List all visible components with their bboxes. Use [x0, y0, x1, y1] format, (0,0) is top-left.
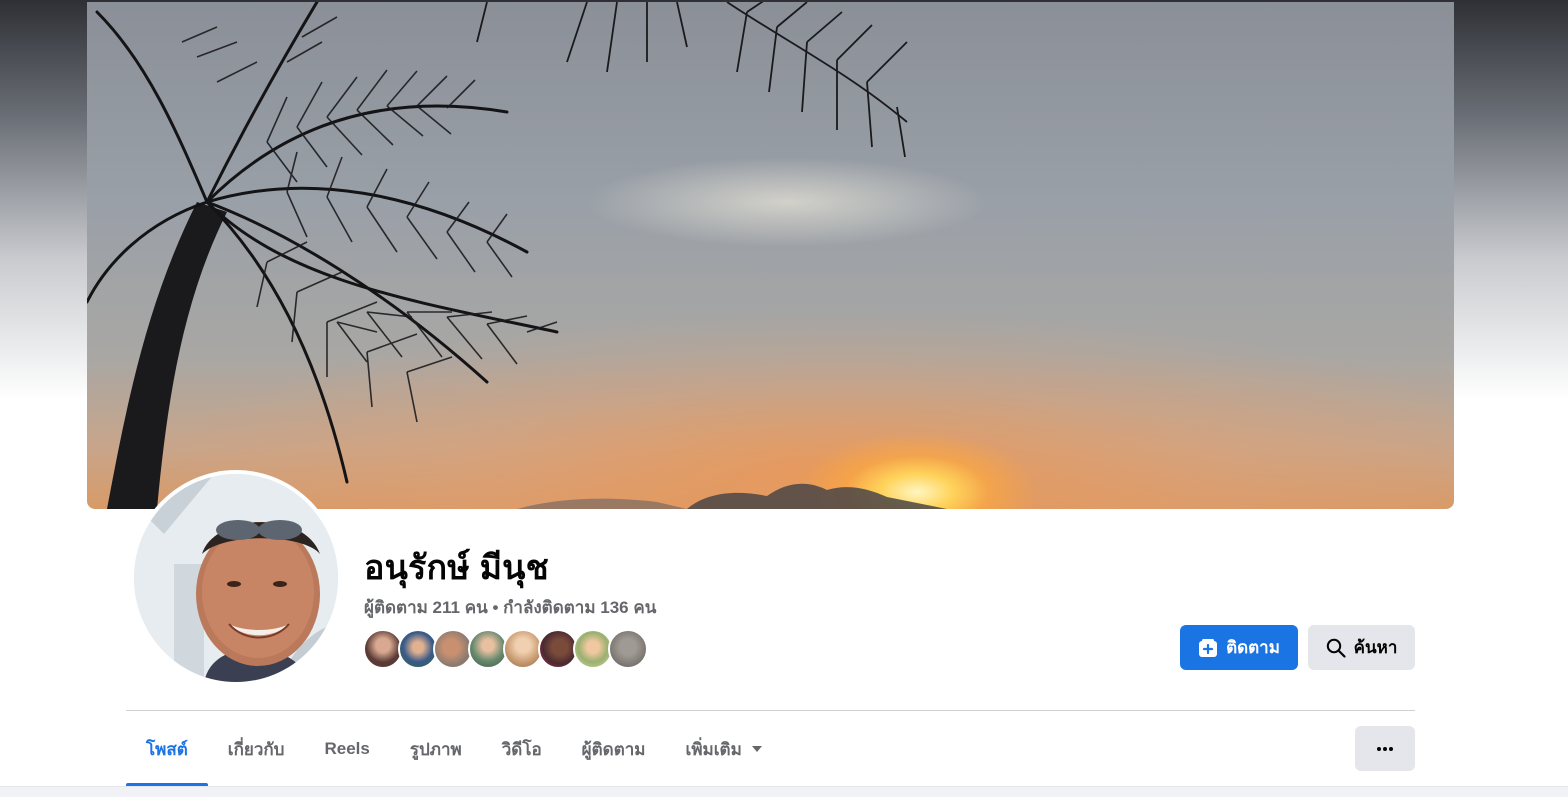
tab-about[interactable]: เกี่ยวกับ — [208, 712, 305, 786]
tab-label: เกี่ยวกับ — [227, 739, 285, 759]
followers-count[interactable]: ผู้ติดตาม 211 คน — [364, 598, 488, 617]
search-icon — [1326, 638, 1346, 658]
tab-label: วิดีโอ — [501, 739, 542, 759]
tab-label: โพสต์ — [146, 739, 188, 759]
profile-avatar[interactable] — [134, 474, 338, 682]
friend-avatar[interactable] — [398, 629, 438, 669]
friend-avatar[interactable] — [363, 629, 403, 669]
tab-more[interactable]: เพิ่มเติม — [666, 712, 782, 786]
friend-avatar[interactable] — [468, 629, 508, 669]
more-options-icon — [1376, 746, 1394, 752]
profile-picture-frame[interactable] — [130, 470, 342, 686]
tab-label: รูปภาพ — [409, 739, 462, 759]
follow-add-icon — [1198, 638, 1218, 658]
profile-stats: ผู้ติดตาม 211 คน • กำลังติดตาม 136 คน — [364, 594, 656, 621]
friend-avatar[interactable] — [608, 629, 648, 669]
profile-tabs: โพสต์ เกี่ยวกับ Reels รูปภาพ วิดีโอ ผู้ต… — [126, 712, 782, 786]
tab-posts[interactable]: โพสต์ — [126, 712, 208, 786]
profile-name: อนุรักษ์ มีนุช — [364, 549, 549, 587]
friend-avatars — [363, 629, 648, 671]
friend-avatar[interactable] — [433, 629, 473, 669]
tab-videos[interactable]: วิดีโอ — [482, 712, 562, 786]
palm-silhouette — [87, 2, 947, 509]
avatar-photo — [134, 474, 338, 682]
follow-button[interactable]: ติดตาม — [1180, 625, 1298, 670]
tab-label: เพิ่มเติม — [685, 739, 742, 759]
feed-background — [0, 786, 1568, 797]
friend-avatar[interactable] — [503, 629, 543, 669]
chevron-down-icon — [751, 746, 762, 752]
cover-photo[interactable] — [87, 2, 1454, 509]
search-label: ค้นหา — [1353, 638, 1398, 657]
profile-divider — [126, 710, 1415, 711]
search-button[interactable]: ค้นหา — [1308, 625, 1415, 670]
tab-photos[interactable]: รูปภาพ — [390, 712, 482, 786]
stats-separator: • — [492, 598, 499, 617]
friend-avatar[interactable] — [538, 629, 578, 669]
following-count[interactable]: กำลังติดตาม 136 คน — [503, 598, 656, 617]
tab-label: Reels — [324, 739, 370, 758]
tab-label: ผู้ติดตาม — [581, 739, 646, 759]
follow-label: ติดตาม — [1226, 638, 1280, 657]
friend-avatar[interactable] — [573, 629, 613, 669]
tab-reels[interactable]: Reels — [304, 712, 389, 786]
tab-followers[interactable]: ผู้ติดตาม — [562, 712, 666, 786]
more-options-button[interactable] — [1355, 726, 1415, 771]
